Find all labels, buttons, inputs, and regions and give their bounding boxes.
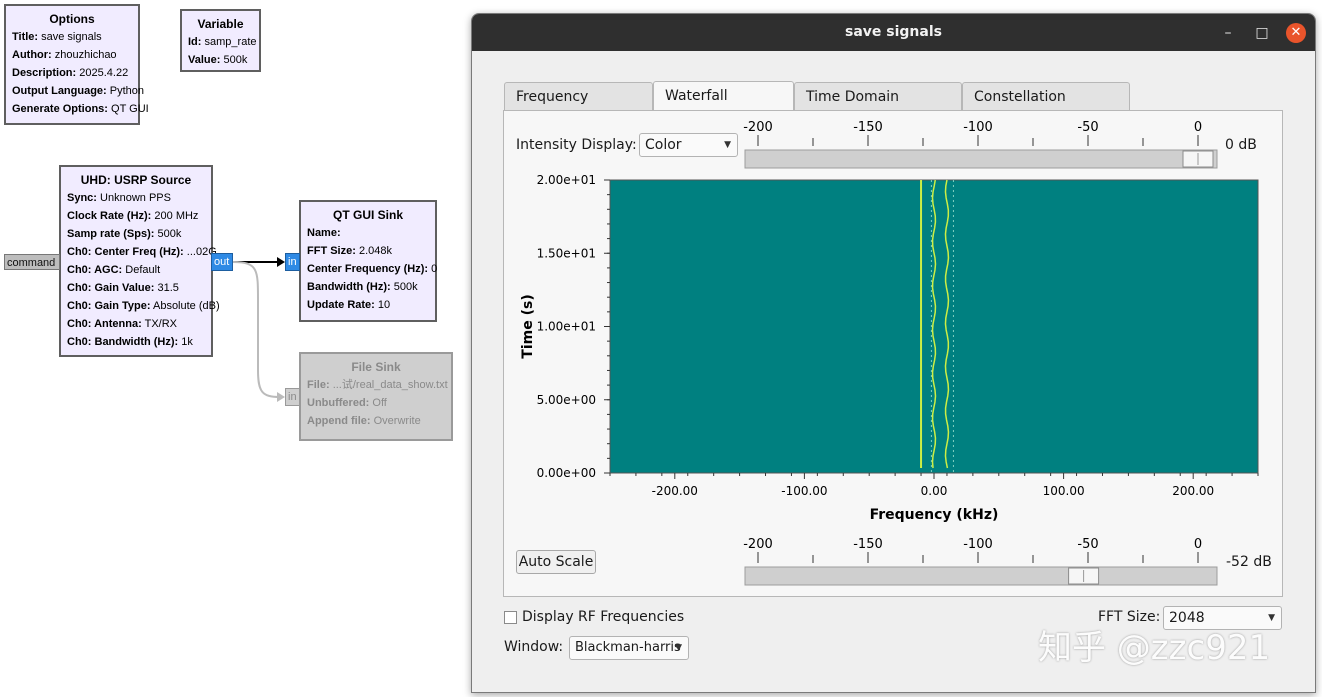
slider-tick-label: -150	[853, 120, 883, 135]
y-tick-label: 0.00e+00	[537, 466, 596, 480]
window-value: Blackman-harris	[575, 640, 681, 655]
watermark: 知乎 @zzc921	[1038, 628, 1271, 668]
slider-tick-label: -50	[1077, 537, 1098, 552]
tab-time-domain-display[interactable]: Time Domain Display	[794, 82, 962, 133]
slider-tick-label: -150	[853, 537, 883, 552]
slider-tick-label: -200	[743, 537, 773, 552]
bottom-slider-value: -52 dB	[1226, 554, 1272, 570]
tab-frequency-display[interactable]: Frequency Display	[504, 82, 653, 133]
close-button[interactable]: ✕	[1286, 23, 1306, 43]
chevron-down-icon: ▼	[724, 140, 731, 150]
x-tick-label: -200.00	[652, 484, 698, 498]
connections	[232, 257, 285, 402]
slider-tick-label: -50	[1077, 120, 1098, 135]
y-tick-label: 5.00e+00	[537, 393, 596, 407]
slider-tick-label: 0	[1194, 537, 1202, 552]
tab-waterfall-display[interactable]: Waterfall Display	[653, 81, 794, 132]
intensity-display-label: Intensity Display:	[516, 137, 637, 153]
slider-tick-label: -100	[963, 537, 993, 552]
y-axis-label: Time (s)	[520, 294, 536, 358]
x-tick-label: 200.00	[1172, 484, 1214, 498]
chevron-down-icon: ▼	[675, 643, 682, 653]
auto-scale-button[interactable]: Auto Scale	[516, 550, 596, 574]
maximize-button[interactable]: □	[1252, 23, 1272, 43]
x-tick-label: 0.00	[921, 484, 948, 498]
intensity-display-select[interactable]: Color ▼	[639, 133, 738, 157]
title-bar[interactable]: save signals – □ ✕	[472, 14, 1315, 51]
slider-groove	[744, 149, 1218, 169]
arrow-head	[277, 257, 285, 267]
connection-usrp-filesink	[232, 261, 281, 398]
waterfall-chart: 0.00e+00 5.00e+00 1.00e+01 1.50e+01 2.00e+01…	[520, 173, 1259, 523]
intensity-display-value: Color	[645, 137, 682, 153]
window-select[interactable]: Blackman-harris ▼	[569, 636, 689, 660]
window-label: Window:	[504, 639, 564, 655]
top-slider-value: 0 dB	[1225, 137, 1257, 153]
slider-tick-label: 0	[1194, 120, 1202, 135]
display-rf-checkbox[interactable]	[504, 611, 517, 624]
slider-groove	[744, 566, 1218, 586]
x-tick-label: 100.00	[1043, 484, 1085, 498]
y-tick-label: 1.50e+01	[537, 246, 596, 260]
top-intensity-slider[interactable]: -200 -150 -100 -50 0	[742, 118, 1222, 170]
minimize-button[interactable]: –	[1218, 23, 1238, 43]
x-axis-label: Frequency (kHz)	[870, 507, 999, 523]
arrow-head	[277, 392, 285, 402]
y-tick-label: 2.00e+01	[537, 173, 596, 187]
bottom-intensity-slider[interactable]: -200 -150 -100 -50 0	[742, 535, 1222, 587]
slider-tick-label: -200	[743, 120, 773, 135]
slider-tick-label: -100	[963, 120, 993, 135]
window-title: save signals	[845, 24, 942, 40]
display-rf-label: Display RF Frequencies	[522, 609, 685, 625]
tab-constellation-display[interactable]: Constellation Display	[962, 82, 1130, 133]
x-tick-label: -100.00	[781, 484, 827, 498]
qt-gui-window: save signals – □ ✕ Frequency Display Wat…	[471, 13, 1316, 693]
y-tick-label: 1.00e+01	[537, 320, 596, 334]
